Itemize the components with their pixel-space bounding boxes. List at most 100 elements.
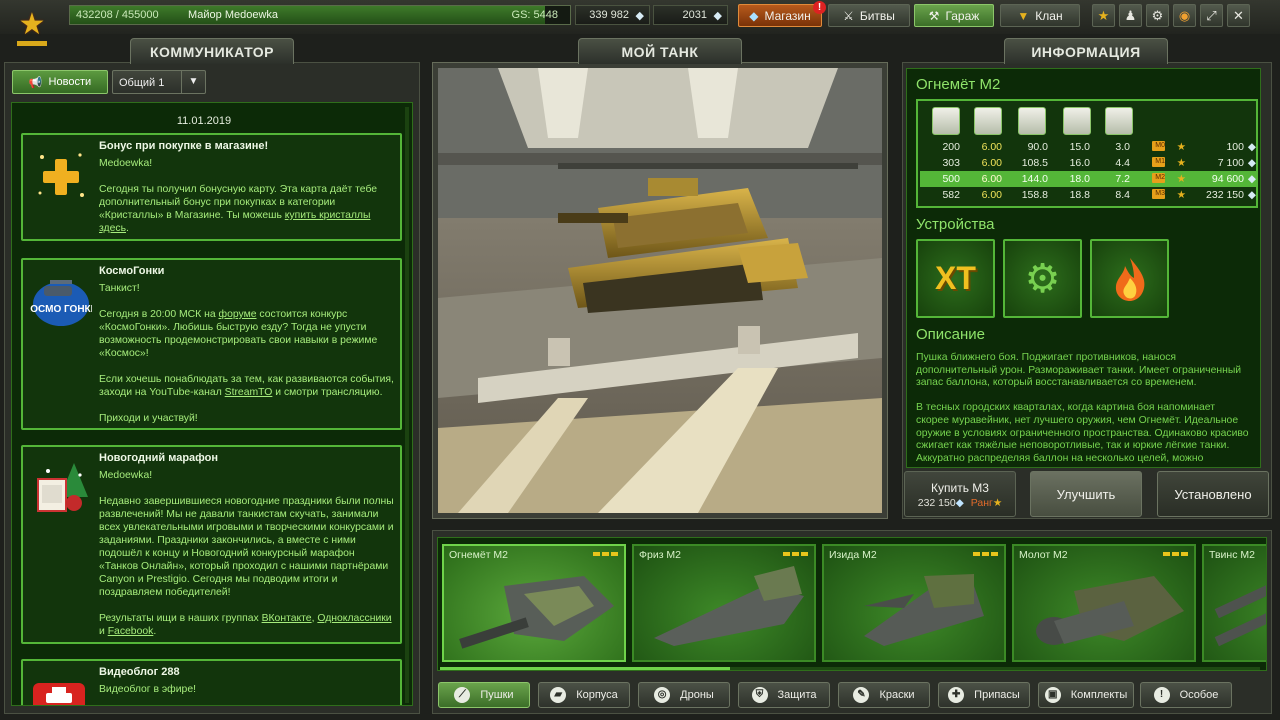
item-name: Фриз М2 (639, 549, 682, 561)
fire-icon (1115, 257, 1144, 301)
carousel-scroll-thumb[interactable] (440, 667, 730, 670)
crystal-icon: ◆ (955, 497, 964, 509)
video-tank-icon (30, 673, 92, 705)
vk-link[interactable]: ВКонтакте (262, 613, 312, 624)
forum-link[interactable]: форуме (219, 309, 257, 320)
impact-icon (1105, 107, 1133, 135)
tab-hulls[interactable]: ▰ Корпуса (538, 682, 630, 708)
news-greeting: Medoewka! (99, 158, 153, 169)
kosmogonki-logo-icon: КОСМО ГОНКИ (24, 272, 98, 334)
news-title: Новогодний марафон (99, 452, 219, 464)
news-title: КосмоГонки (99, 265, 165, 277)
description-text[interactable]: Пушка ближнего боя. Поджигает противнико… (916, 352, 1250, 465)
premium-crystal-icon: ◆ (713, 10, 722, 22)
shop-button[interactable]: ◆ Магазин ! (738, 1, 826, 27)
communicator-title: КОММУНИКАТОР (130, 38, 294, 64)
modification-icon: M0 (1152, 141, 1165, 151)
garage-button[interactable]: ⚒ Гараж (914, 4, 994, 27)
tank-preview[interactable] (438, 68, 882, 513)
stat-value: 18.0 (1069, 173, 1090, 185)
crystal-icon: ◆ (1247, 173, 1256, 185)
stats-row[interactable]: 303 6.00 108.5 16.0 4.4 M1 ★ 7 100 ◆ (920, 155, 1256, 171)
news-text: Сегодня в 20:00 МСК на (99, 309, 216, 320)
modification-icon: M2 (1152, 173, 1165, 183)
crystal-icon: ◆ (1247, 189, 1256, 201)
device-xt[interactable]: XT (916, 239, 995, 318)
channel-value: Общий 1 (119, 77, 165, 89)
missions-icon[interactable]: ♟ (1119, 4, 1142, 27)
tab-supplies[interactable]: ✚ Припасы (938, 682, 1030, 708)
news-feed[interactable]: 11.01.2019 Бонус при покупке в магазине!… (11, 102, 413, 706)
streamto-link[interactable]: StreamTO (225, 387, 273, 398)
gear-device-icon: ⚙ (1024, 256, 1061, 301)
stats-row[interactable]: 500 6.00 144.0 18.0 7.2 M2 ★ 94 600 ◆ (920, 171, 1256, 187)
sound-icon[interactable]: ◉ (1173, 4, 1196, 27)
settings-icon[interactable]: ⚙ (1146, 4, 1169, 27)
stat-value: 6.00 (981, 157, 1002, 169)
news-scrollbar[interactable] (405, 107, 409, 703)
item-name: Молот М2 (1019, 549, 1068, 561)
tab-special[interactable]: ! Особое (1140, 682, 1232, 708)
tab-protection[interactable]: ⛨ Защита (738, 682, 830, 708)
item-card-freeze[interactable]: Фриз М2 (632, 544, 816, 662)
rank-star-icon: ★ (18, 8, 46, 41)
device-fire[interactable] (1090, 239, 1169, 318)
crystals-counter: 339 982 ◆ (575, 5, 650, 25)
flamethrower-turret-image (459, 576, 614, 649)
price-value: 7 100 (1217, 157, 1244, 169)
price-value: 100 (1226, 141, 1244, 153)
experience-bar: 432208 / 455000 Майор Medoewka GS: 5448 (69, 5, 571, 25)
kit-icon: ▣ (1044, 687, 1061, 703)
clan-button[interactable]: ▼ Клан (1000, 4, 1080, 27)
upgrade-level-icon (593, 552, 618, 556)
stat-value: 15.0 (1069, 141, 1090, 153)
facebook-link[interactable]: Facebook (108, 626, 154, 637)
tab-drones[interactable]: ◎ Дроны (638, 682, 730, 708)
news-card: КОСМО ГОНКИ КосмоГонки Танкист! Сегодня … (21, 258, 402, 430)
modification-icon: M3 (1152, 189, 1165, 199)
close-icon[interactable]: ✕ (1227, 4, 1250, 27)
tab-turrets[interactable]: ⟋ Пушки (438, 682, 530, 708)
stats-row[interactable]: 200 6.00 90.0 15.0 3.0 M0 ★ 100 ◆ (920, 139, 1256, 155)
installed-button[interactable]: Установлено (1157, 471, 1269, 517)
item-card-hammer[interactable]: Молот М2 (1012, 544, 1196, 662)
news-text: Приходи и участвуй! (99, 413, 198, 424)
premium-value: 2031 (682, 9, 707, 21)
drone-icon: ◎ (654, 687, 671, 703)
stat-value: 500 (942, 173, 960, 185)
ok-link[interactable]: Одноклассники (317, 613, 391, 624)
rank-badge[interactable]: ★ (14, 10, 50, 46)
item-card-flamethrower[interactable]: Огнемёт М2 (442, 544, 626, 662)
device-gear[interactable]: ⚙ (1003, 239, 1082, 318)
fullscreen-icon[interactable]: ⤢ (1200, 4, 1223, 27)
tab-label: Корпуса (576, 689, 618, 701)
stat-value: 8.4 (1115, 189, 1130, 201)
upgrade-level-icon (783, 552, 808, 556)
garage-label: Гараж (945, 8, 980, 23)
stat-value: 16.0 (1069, 157, 1090, 169)
hammer-turret-image (1036, 576, 1184, 645)
buy-m3-button[interactable]: Купить М3 232 150◆ Ранг★ (904, 471, 1016, 517)
news-date: 11.01.2019 (176, 115, 232, 127)
battles-button[interactable]: ⚔ Битвы (828, 4, 910, 27)
item-card-isida[interactable]: Изида М2 (822, 544, 1006, 662)
star-icon[interactable]: ★ (1092, 4, 1115, 27)
description-paragraph: Пушка ближнего боя. Поджигает противнико… (916, 352, 1242, 389)
news-greeting: Танкист! (99, 283, 140, 294)
information-title: ИНФОРМАЦИЯ (1004, 38, 1168, 64)
tab-paints[interactable]: ✎ Краски (838, 682, 930, 708)
stats-row[interactable]: 582 6.00 158.8 18.8 8.4 M3 ★ 232 150 ◆ (920, 187, 1256, 203)
price-value: 94 600 (1211, 173, 1244, 185)
stat-value: 4.4 (1115, 157, 1130, 169)
news-button[interactable]: 📢 Новости (12, 70, 108, 94)
items-carousel[interactable]: Огнемёт М2 Фриз М2 Изида М2 Молот М2 Тви… (437, 537, 1267, 671)
description-paragraph: В тесных городских кварталах, когда карт… (916, 402, 1249, 464)
clan-label: Клан (1035, 8, 1063, 23)
item-card-twins[interactable]: Твинс М2 (1202, 544, 1266, 662)
channel-select[interactable]: Общий 1 ▼ (112, 70, 206, 94)
news-text: Недавно завершившиеся новогодние праздни… (99, 496, 394, 598)
damage-icon (932, 107, 960, 135)
news-text-tail: . (126, 223, 129, 234)
tab-kits[interactable]: ▣ Комплекты (1038, 682, 1134, 708)
upgrade-button[interactable]: Улучшить (1030, 471, 1142, 517)
